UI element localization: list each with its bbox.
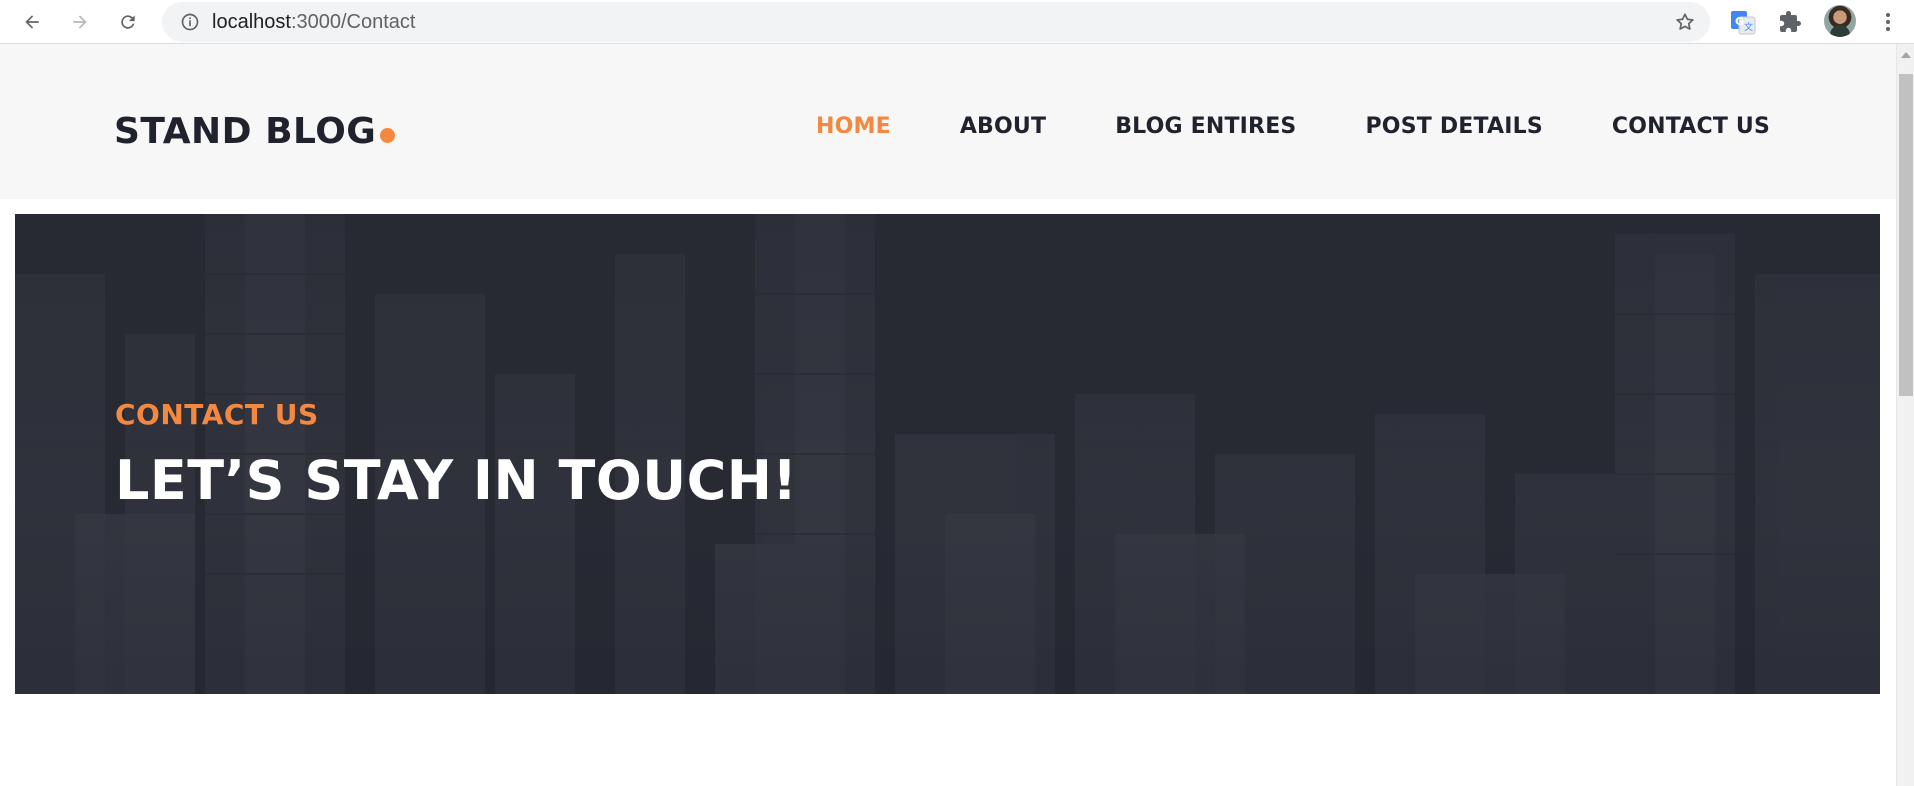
nav-item-about[interactable]: ABOUT <box>960 114 1046 140</box>
url-host: localhost <box>212 11 291 33</box>
url-path: :3000/Contact <box>290 11 416 33</box>
site-logo[interactable]: STAND BLOG <box>114 111 396 152</box>
banner-title: LET’S STAY IN TOUCH! <box>115 449 798 512</box>
url-text[interactable]: localhost:3000/Contact <box>212 12 415 32</box>
bookmark-star-icon[interactable] <box>1674 11 1696 33</box>
address-bar[interactable]: localhost:3000/Contact <box>162 2 1710 42</box>
extensions-puzzle-icon[interactable] <box>1776 8 1804 36</box>
browser-toolbar: localhost:3000/Contact G 文 <box>0 0 1914 44</box>
info-icon[interactable] <box>180 12 200 32</box>
site-header: STAND BLOG HOME ABOUT BLOG ENTIRES POST … <box>0 44 1896 199</box>
forward-button[interactable] <box>64 6 96 38</box>
nav-item-blog-entires[interactable]: BLOG ENTIRES <box>1115 114 1296 140</box>
back-button[interactable] <box>16 6 48 38</box>
page-heading-banner: CONTACT US LET’S STAY IN TOUCH! <box>15 214 1880 694</box>
svg-text:G: G <box>1735 15 1744 28</box>
nav-item-contact-us[interactable]: CONTACT US <box>1612 114 1770 140</box>
arrow-right-icon <box>73 15 87 29</box>
main-nav: HOME ABOUT BLOG ENTIRES POST DETAILS CON… <box>747 114 1770 140</box>
arrow-left-icon <box>25 15 39 29</box>
banner-label: CONTACT US <box>115 398 319 431</box>
reload-icon <box>121 15 135 29</box>
reload-button[interactable] <box>112 6 144 38</box>
google-translate-icon[interactable]: G 文 <box>1729 8 1757 36</box>
nav-item-home[interactable]: HOME <box>816 114 891 140</box>
logo-dot-icon <box>380 128 396 143</box>
profile-avatar[interactable] <box>1824 5 1856 37</box>
svg-text:文: 文 <box>1744 21 1753 33</box>
nav-item-post-details[interactable]: POST DETAILS <box>1365 114 1542 140</box>
logo-text: STAND BLOG <box>114 111 377 152</box>
page-scrollbar[interactable] <box>1896 44 1914 786</box>
more-vert-icon[interactable] <box>1876 10 1900 34</box>
scrollbar-thumb[interactable] <box>1899 74 1913 396</box>
scroll-up-arrow-icon[interactable] <box>1901 52 1911 58</box>
